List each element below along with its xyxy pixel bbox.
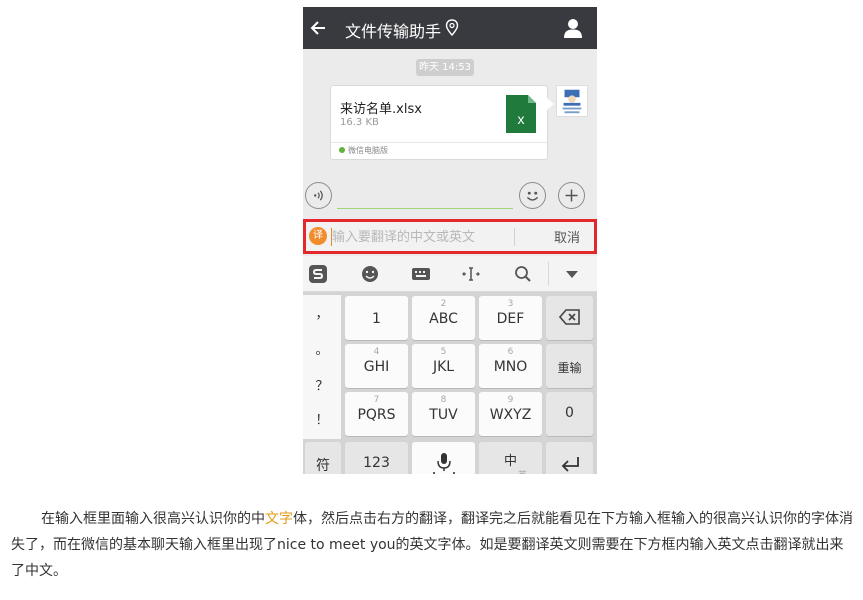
key-3[interactable]: 3 DEF xyxy=(479,296,542,340)
key-0[interactable]: 0 xyxy=(546,392,593,436)
translate-badge-icon: 译 xyxy=(309,227,327,245)
symbol-key[interactable]: 。 xyxy=(303,339,341,358)
key-digit: 5 xyxy=(440,347,447,357)
key-digit: 7 xyxy=(373,395,380,405)
phone-screenshot: 文件传输助手 昨天 14:53 来访名单.xlsx 16.3 KB x 微信电脑… xyxy=(303,7,597,474)
key-4[interactable]: 4 GHI xyxy=(345,344,408,388)
avatar[interactable] xyxy=(556,85,588,117)
key-label: WXYZ xyxy=(489,407,532,423)
message-input[interactable] xyxy=(337,185,513,209)
key-digit: 6 xyxy=(507,347,514,357)
file-source-label: 微信电脑版 xyxy=(348,146,388,155)
location-pin-icon xyxy=(445,19,459,37)
search-icon[interactable] xyxy=(513,264,533,284)
key-label: 0 xyxy=(565,405,574,421)
caption-text-1: 在输入框里面输入很高兴认识你的中 xyxy=(41,511,265,527)
file-name: 来访名单.xlsx xyxy=(340,102,422,117)
card-divider xyxy=(331,142,547,143)
title-bar: 文件传输助手 xyxy=(303,7,597,49)
key-8[interactable]: 8 TUV xyxy=(412,392,475,436)
key-digit: 9 xyxy=(507,395,514,405)
file-source: 微信电脑版 xyxy=(339,145,388,156)
key-5[interactable]: 5 JKL xyxy=(412,344,475,388)
key-2[interactable]: 2 ABC xyxy=(412,296,475,340)
key-label: TUV xyxy=(429,407,458,423)
key-sub-label: 英 xyxy=(491,468,554,474)
symbol-key[interactable]: ， xyxy=(303,303,341,322)
excel-file-icon: x xyxy=(506,95,536,133)
symbol-column[interactable]: ， 。 ？ ！ xyxy=(303,295,341,439)
translate-divider xyxy=(514,228,515,246)
user-profile-icon[interactable] xyxy=(563,17,583,39)
translate-input[interactable] xyxy=(332,226,512,248)
chat-title: 文件传输助手 xyxy=(345,22,442,41)
key-label: MNO xyxy=(493,359,528,375)
reinput-key[interactable]: 重输 xyxy=(546,344,593,388)
space-key[interactable] xyxy=(412,442,475,474)
voice-icon[interactable] xyxy=(305,182,332,209)
key-label: JKL xyxy=(432,359,455,375)
key-digit: 4 xyxy=(373,347,380,357)
key-digit: 3 xyxy=(507,299,514,309)
back-arrow-icon[interactable] xyxy=(309,16,329,40)
enter-key[interactable] xyxy=(546,442,593,474)
key-label: PQRS xyxy=(357,407,396,423)
message-timestamp: 昨天 14:53 xyxy=(416,59,474,76)
key-9[interactable]: 9 WXYZ xyxy=(479,392,542,436)
num123-key[interactable]: 123 xyxy=(345,442,408,474)
file-message-card[interactable]: 来访名单.xlsx 16.3 KB x 微信电脑版 xyxy=(330,85,554,160)
key-label: 符 xyxy=(316,458,330,474)
enter-icon xyxy=(561,457,579,472)
emoji-face-icon[interactable] xyxy=(360,264,380,284)
backspace-icon xyxy=(559,309,580,325)
symbol-key[interactable]: ！ xyxy=(303,409,341,428)
key-1[interactable]: 1 xyxy=(345,296,408,340)
svg-text:x: x xyxy=(518,111,525,127)
key-label: 中 xyxy=(503,454,517,469)
key-digit: 8 xyxy=(440,395,447,405)
t9-keyboard: ， 。 ？ ！ 1 2 ABC 3 DEF 4 GHI 5 JKL 6 MNO … xyxy=(303,292,597,474)
symbols-key[interactable]: 符 xyxy=(305,442,341,474)
key-label: 1 xyxy=(372,311,381,327)
wechat-pc-icon xyxy=(339,147,345,153)
keyboard-icon[interactable] xyxy=(411,264,431,284)
backspace-key[interactable] xyxy=(546,296,593,340)
microphone-icon xyxy=(433,453,455,474)
key-digit: 2 xyxy=(440,299,447,309)
cancel-button[interactable]: 取消 xyxy=(554,227,580,246)
toolbar-divider xyxy=(548,262,549,286)
key-label: 123 xyxy=(363,455,390,471)
sogou-logo-icon[interactable] xyxy=(308,264,328,284)
plus-icon[interactable] xyxy=(558,182,585,209)
keyboard-toolbar xyxy=(303,256,597,292)
file-size: 16.3 KB xyxy=(340,117,379,128)
translate-bar: 译 取消 xyxy=(303,219,597,254)
key-label: ABC xyxy=(429,311,458,327)
cursor-move-icon[interactable] xyxy=(461,264,481,284)
key-6[interactable]: 6 MNO xyxy=(479,344,542,388)
key-7[interactable]: 7 PQRS xyxy=(345,392,408,436)
language-switch-key[interactable]: 中 英 xyxy=(479,442,542,474)
emoji-icon[interactable] xyxy=(519,182,546,209)
key-label: DEF xyxy=(496,311,525,327)
caption-link[interactable]: 文字 xyxy=(265,511,293,527)
key-label: GHI xyxy=(363,359,390,375)
collapse-icon[interactable] xyxy=(562,264,582,284)
article-caption: 在输入框里面输入很高兴认识你的中文字体，然后点击右方的翻译，翻译完之后就能看见在… xyxy=(11,506,853,584)
symbol-key[interactable]: ？ xyxy=(303,375,341,394)
key-label: 重输 xyxy=(557,361,582,375)
